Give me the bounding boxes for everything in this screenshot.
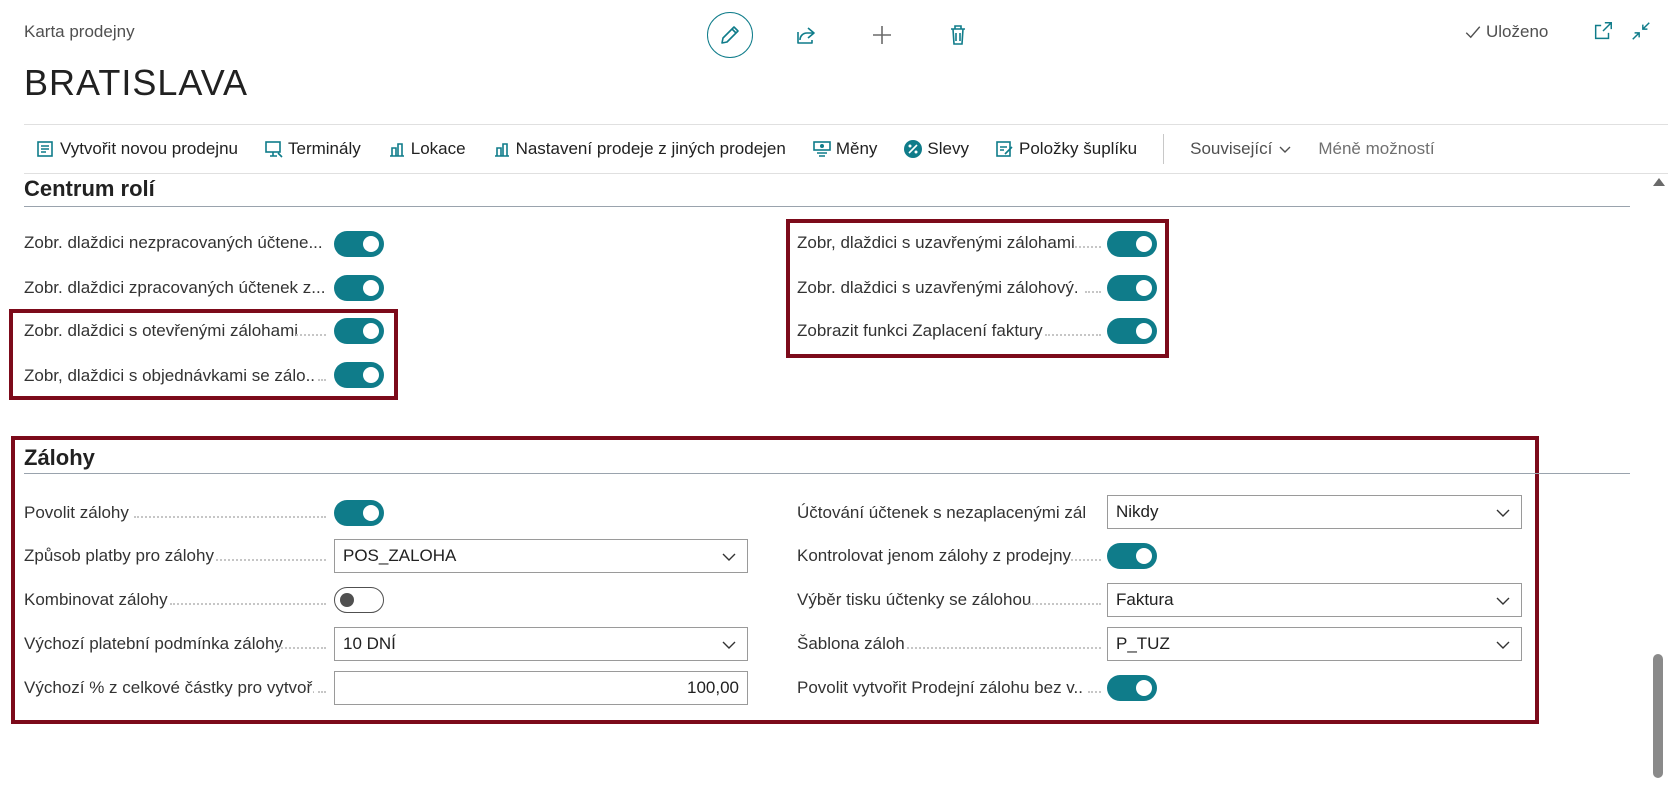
percent-icon: [903, 139, 923, 159]
action-store-sales-settings[interactable]: Nastavení prodeje z jiných prodejen: [492, 139, 786, 159]
collapse-icon: [1632, 22, 1650, 40]
field-dots: [1029, 603, 1101, 605]
field-label: Výběr tisku účtenky se zálohou: [797, 590, 1032, 609]
pencil-icon: [721, 26, 739, 44]
action-label: Slevy: [927, 139, 969, 158]
checkmark-icon: [1465, 26, 1481, 39]
share-button[interactable]: [783, 12, 829, 58]
field-dots: [170, 603, 326, 605]
field-label: Kombinovat zálohy: [24, 590, 168, 609]
open-in-new-window-icon: [1594, 22, 1612, 40]
open-new-window-button[interactable]: [1592, 20, 1616, 44]
field-label: Povolit zálohy: [24, 503, 129, 522]
default-percent-input[interactable]: 100,00: [334, 671, 748, 705]
chevron-down-icon: [1496, 597, 1510, 605]
field-dots: [1071, 559, 1101, 561]
field-dots: [278, 647, 326, 649]
plus-icon: [873, 26, 891, 44]
action-bar: Vytvořit novou prodejnu Terminály Lokace…: [24, 124, 1668, 174]
scroll-up-arrow-icon[interactable]: [1653, 178, 1665, 186]
action-label: Položky šuplíku: [1019, 139, 1138, 158]
combine-deposits-toggle[interactable]: [334, 587, 384, 613]
new-button[interactable]: [859, 12, 905, 58]
action-new-store[interactable]: Vytvořit novou prodejnu: [36, 139, 238, 159]
chevron-down-icon: [1496, 641, 1510, 649]
select-value: Faktura: [1116, 590, 1174, 609]
saved-status: Uloženo: [1464, 22, 1548, 42]
action-label: Měny: [835, 139, 878, 158]
chevron-down-icon: [1279, 146, 1291, 153]
top-actions: [707, 10, 1011, 60]
section-title-deposits: Zálohy: [24, 445, 95, 470]
section-divider: [24, 473, 1630, 474]
section-title-role-center: Centrum rolí: [24, 176, 155, 201]
field-dots: [907, 647, 1101, 649]
settings-stores-icon: [492, 139, 512, 159]
vertical-scrollbar[interactable]: [1650, 172, 1666, 792]
field-label: Výchozí % z celkové částky pro vytvoř...: [24, 678, 314, 697]
action-drawer-items[interactable]: Položky šuplíku: [995, 139, 1137, 159]
field-label: Kontrolovat jenom zálohy z prodejny: [797, 546, 1072, 565]
currency-icon: [812, 139, 832, 159]
delete-button[interactable]: [935, 12, 981, 58]
field-label: Účtování účtenek s nezaplacenými zál...: [797, 503, 1087, 522]
page-title: BRATISLAVA: [24, 62, 249, 103]
payment-term-select[interactable]: 10 DNÍ: [334, 627, 748, 661]
allow-sales-deposit-toggle[interactable]: [1107, 675, 1157, 701]
chevron-down-icon: [722, 641, 736, 649]
action-discounts[interactable]: Slevy: [903, 139, 969, 159]
check-store-deposits-toggle[interactable]: [1107, 543, 1157, 569]
field-label: Způsob platby pro zálohy: [24, 546, 214, 565]
toggle-switch[interactable]: [334, 275, 384, 301]
field-label: Šablona záloh: [797, 634, 905, 653]
trash-icon: [951, 25, 965, 45]
action-label: Související: [1190, 139, 1273, 158]
field-label: Zobr. dlaždici nezpracovaných účtene...: [24, 233, 323, 252]
collapse-button[interactable]: [1630, 20, 1654, 44]
field-dots: [134, 516, 326, 518]
action-related[interactable]: Související: [1190, 139, 1292, 159]
new-store-icon: [36, 139, 56, 159]
drawer-items-icon: [995, 139, 1015, 159]
action-locations[interactable]: Lokace: [387, 139, 466, 159]
action-separator: [1163, 134, 1165, 164]
action-currencies[interactable]: Měny: [812, 139, 878, 159]
select-value: 10 DNÍ: [343, 634, 396, 653]
action-terminals[interactable]: Terminály: [264, 139, 361, 159]
chevron-down-icon: [1496, 509, 1510, 517]
share-icon: [797, 27, 815, 44]
deposit-template-select[interactable]: P_TUZ: [1107, 627, 1522, 661]
chevron-down-icon: [722, 553, 736, 561]
action-label: Méně možností: [1318, 139, 1435, 158]
location-icon: [387, 139, 407, 159]
action-fewer-options[interactable]: Méně možností: [1318, 139, 1434, 159]
payment-method-select[interactable]: POS_ZALOHA: [334, 539, 748, 573]
allow-deposits-toggle[interactable]: [334, 500, 384, 526]
field-label: Zobr. dlaždici zpracovaných účtenek z...: [24, 278, 326, 297]
field-dots: [318, 691, 326, 693]
select-value: Nikdy: [1116, 502, 1159, 521]
highlight-box: [786, 219, 1169, 358]
posting-unpaid-select[interactable]: Nikdy: [1107, 495, 1522, 529]
input-value: 100,00: [687, 678, 739, 697]
select-value: P_TUZ: [1116, 634, 1170, 653]
field-label: Povolit vytvořit Prodejní zálohu bez v..…: [797, 678, 1082, 697]
toggle-switch[interactable]: [334, 231, 384, 257]
highlight-box: [9, 309, 398, 400]
action-label: Lokace: [410, 139, 466, 158]
receipt-print-select[interactable]: Faktura: [1107, 583, 1522, 617]
action-label: Terminály: [287, 139, 361, 158]
select-value: POS_ZALOHA: [343, 546, 457, 565]
field-dots: [216, 559, 326, 561]
action-label: Vytvořit novou prodejnu: [60, 139, 238, 158]
field-label: Výchozí platební podmínka zálohy: [24, 634, 283, 653]
terminal-icon: [264, 139, 284, 159]
page-caption: Karta prodejny: [24, 22, 135, 41]
field-dots: [1088, 691, 1101, 693]
section-divider: [24, 206, 1630, 207]
saved-label: Uloženo: [1486, 22, 1549, 41]
action-label: Nastavení prodeje z jiných prodejen: [515, 139, 786, 158]
scroll-thumb[interactable]: [1653, 654, 1663, 778]
edit-button[interactable]: [707, 12, 753, 58]
